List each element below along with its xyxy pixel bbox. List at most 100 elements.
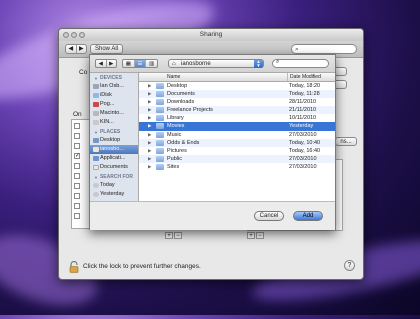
sidebar: ▼ DEVICES Ian Osb... iDisk Pog... Macinto… xyxy=(90,73,139,201)
zoom-button[interactable] xyxy=(79,32,85,38)
service-checkbox[interactable] xyxy=(74,163,80,169)
disclosure-triangle-icon[interactable]: ▶ xyxy=(148,98,151,106)
file-row[interactable]: ▶ Library 10/11/2010 xyxy=(139,114,335,122)
disclosure-icon[interactable]: ▼ xyxy=(94,130,98,135)
service-checkbox[interactable] xyxy=(74,173,80,179)
file-row[interactable]: ▶ Freelance Projects 21/11/2010 xyxy=(139,106,335,115)
file-row[interactable]: ▶ Music 27/03/2010 xyxy=(139,131,335,139)
close-button[interactable] xyxy=(63,32,69,38)
options-button[interactable]: ns... xyxy=(335,137,357,146)
hard-drive-icon xyxy=(93,111,99,116)
service-checkbox-checked[interactable]: ✓ xyxy=(74,153,80,159)
disclosure-icon[interactable]: ▼ xyxy=(94,175,98,180)
service-checkbox[interactable] xyxy=(74,133,80,139)
search-input[interactable]: ⌕ xyxy=(291,44,357,54)
sidebar-item-drive[interactable]: Pog... xyxy=(90,100,138,109)
disclosure-triangle-icon[interactable]: ▶ xyxy=(148,82,151,90)
remove-shared-folder-button[interactable]: − xyxy=(174,232,182,239)
disclosure-triangle-icon[interactable]: ▶ xyxy=(148,131,151,139)
view-mode-control: ▦ ☰ ▥ xyxy=(122,59,158,68)
sidebar-item-documents[interactable]: Documents xyxy=(90,163,138,172)
file-date: Today, 16:40 xyxy=(289,147,321,154)
sidebar-item-computer[interactable]: Ian Osb... xyxy=(90,82,138,91)
file-date: Today, 10:40 xyxy=(289,139,321,146)
file-row[interactable]: ▶ Movies Yesterday xyxy=(139,122,335,131)
sidebar-item-external[interactable]: KIN... xyxy=(90,118,138,127)
disclosure-triangle-icon[interactable]: ▶ xyxy=(148,114,151,122)
file-row[interactable]: ▶ Desktop Today, 18:20 xyxy=(139,82,335,90)
sidebar-item-applications[interactable]: Applicati... xyxy=(90,154,138,163)
disclosure-triangle-icon[interactable]: ▶ xyxy=(148,139,151,147)
name-column-header[interactable]: Name xyxy=(167,73,180,81)
window-controls xyxy=(63,32,85,38)
add-user-button[interactable]: + xyxy=(247,232,255,239)
minimize-button[interactable] xyxy=(71,32,77,38)
file-name: Odds & Ends xyxy=(167,139,200,146)
add-shared-folder-button[interactable]: + xyxy=(165,232,173,239)
sidebar-item-yesterday[interactable]: Yesterday xyxy=(90,190,138,199)
back-button[interactable]: ◀ xyxy=(66,45,77,53)
disclosure-triangle-icon[interactable]: ▶ xyxy=(148,155,151,163)
file-row[interactable]: ▶ Odds & Ends Today, 10:40 xyxy=(139,138,335,147)
sidebar-item-label: Macinto... xyxy=(100,110,124,116)
service-checkbox[interactable] xyxy=(74,183,80,189)
window-title: Sharing xyxy=(199,31,223,38)
disclosure-triangle-icon[interactable]: ▶ xyxy=(148,147,151,155)
folder-icon xyxy=(156,139,164,146)
file-row[interactable]: ▶ Public 27/03/2010 xyxy=(139,154,335,163)
file-name: Desktop xyxy=(167,83,188,89)
folder-icon xyxy=(156,83,164,89)
add-button[interactable]: Add xyxy=(293,211,323,221)
file-row[interactable]: ▶ Documents Today, 11:28 xyxy=(139,90,335,99)
file-row[interactable]: ▶ Downloads 28/11/2010 xyxy=(139,98,335,106)
lock-icon[interactable] xyxy=(69,261,79,273)
sidebar-item-today[interactable]: Today xyxy=(90,181,138,190)
file-row[interactable]: ▶ Pictures Today, 16:40 xyxy=(139,147,335,155)
file-name: Library xyxy=(167,115,184,122)
file-rows: ▶ Desktop Today, 18:20 ▶ Documents Today, 11:… xyxy=(139,82,335,171)
column-view-button[interactable]: ▥ xyxy=(146,60,157,67)
list-view-button[interactable]: ☰ xyxy=(134,60,147,67)
show-all-button[interactable]: Show All xyxy=(90,44,123,54)
forward-button[interactable]: ▶ xyxy=(77,45,87,53)
remove-user-button[interactable]: − xyxy=(256,232,264,239)
date-column-header[interactable]: Date Modified xyxy=(287,73,321,81)
file-date: 21/11/2010 xyxy=(289,107,317,114)
computer-icon xyxy=(93,84,99,89)
help-button[interactable]: ? xyxy=(344,260,355,271)
file-date: Today, 18:20 xyxy=(289,83,321,89)
sidebar-item-desktop[interactable]: Desktop xyxy=(90,136,138,145)
service-checkbox[interactable] xyxy=(74,203,80,209)
location-popup[interactable]: ⌂ ianosborne ▲ ▼ xyxy=(168,59,264,68)
service-checkbox[interactable] xyxy=(74,193,80,199)
sidebar-item-home[interactable]: ianosbo... xyxy=(90,145,138,154)
icon-view-button[interactable]: ▦ xyxy=(123,60,135,67)
sheet-search-input[interactable]: ⌕ xyxy=(272,59,329,68)
sidebar-item-label: iDisk xyxy=(100,92,112,98)
sheet-forward-button[interactable]: ▶ xyxy=(107,60,117,67)
sidebar-item-label: Ian Osb... xyxy=(100,83,124,89)
drive-icon xyxy=(93,120,99,125)
disclosure-triangle-icon[interactable]: ▶ xyxy=(148,163,151,171)
service-checkbox[interactable] xyxy=(74,143,80,149)
folder-icon xyxy=(156,147,164,154)
applications-icon xyxy=(93,156,99,161)
clock-icon xyxy=(93,183,99,188)
cancel-button[interactable]: Cancel xyxy=(254,211,284,221)
sidebar-item-macintosh-hd[interactable]: Macinto... xyxy=(90,109,138,118)
sheet-back-button[interactable]: ◀ xyxy=(96,60,107,67)
places-header-label: PLACES xyxy=(99,129,121,135)
file-name: Documents xyxy=(167,91,195,98)
file-row[interactable]: ▶ Sites 27/03/2010 xyxy=(139,163,335,171)
disclosure-triangle-icon[interactable]: ▶ xyxy=(148,90,151,98)
file-name: Downloads xyxy=(167,99,195,106)
folder-icon xyxy=(156,99,164,106)
service-checkbox[interactable] xyxy=(74,123,80,129)
disclosure-triangle-icon[interactable]: ▶ xyxy=(148,106,151,114)
service-checkbox[interactable] xyxy=(74,213,80,219)
disclosure-icon[interactable]: ▼ xyxy=(94,76,98,81)
disclosure-triangle-icon[interactable]: ▶ xyxy=(148,122,151,130)
folder-icon xyxy=(156,123,164,130)
sidebar-item-idisk[interactable]: iDisk xyxy=(90,91,138,100)
search-header-label: SEARCH FOR xyxy=(99,174,134,180)
